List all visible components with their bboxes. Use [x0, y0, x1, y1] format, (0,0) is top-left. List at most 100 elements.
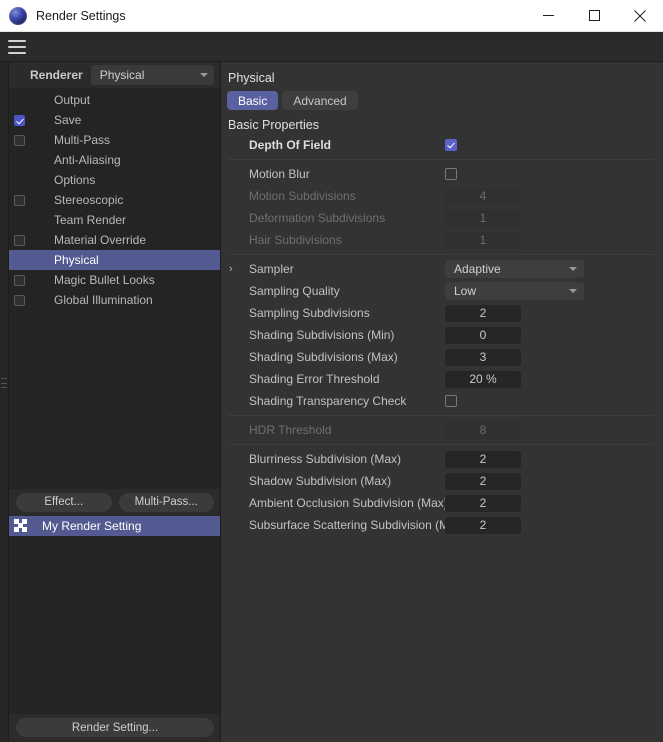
property-row-sampling-subdivisions: Sampling Subdivisions 2	[221, 302, 663, 324]
property-row-ambient-occlusion-subdivision-max: Ambient Occlusion Subdivision (Max) 2	[221, 492, 663, 514]
input-motion-subdivisions: 4	[445, 187, 521, 205]
close-icon[interactable]	[617, 0, 663, 31]
property-control-wrap: 4	[445, 187, 521, 205]
input-shading-subdivisions-min[interactable]: 0	[445, 326, 521, 344]
sidebar-item-label: Global Illumination	[54, 293, 153, 307]
input-subsurface-scattering-subdivision-max[interactable]: 2	[445, 516, 521, 534]
chevron-right-icon[interactable]: ›	[229, 263, 233, 275]
sidebar-item-label: Magic Bullet Looks	[54, 273, 155, 287]
render-setting-button[interactable]: Render Setting...	[16, 718, 214, 737]
property-label-subsurface-scattering-subdivision-max: Subsurface Scattering Subdivision (Max)	[249, 518, 466, 532]
property-control-wrap	[445, 139, 457, 151]
render-settings-window: Render Settings Renderer Physical Output…	[0, 0, 663, 742]
chevron-down-icon	[200, 73, 208, 77]
separator	[228, 444, 655, 445]
property-control-wrap	[445, 168, 457, 180]
property-row-shading-subdivisions-max: Shading Subdivisions (Max) 3	[221, 346, 663, 368]
property-control-wrap	[445, 395, 457, 407]
property-label-ambient-occlusion-subdivision-max: Ambient Occlusion Subdivision (Max)	[249, 496, 448, 510]
property-label-sampling-quality: Sampling Quality	[249, 284, 340, 298]
sidebar-item-options[interactable]: Options	[9, 170, 220, 190]
renderer-row: Renderer Physical	[9, 62, 220, 88]
property-row-motion-subdivisions: Motion Subdivisions 4	[221, 185, 663, 207]
property-control-wrap: 3	[445, 348, 521, 366]
sidebar-item-output[interactable]: Output	[9, 90, 220, 110]
tab-advanced[interactable]: Advanced	[282, 91, 358, 110]
input-blurriness-subdivision-max[interactable]: 2	[445, 450, 521, 468]
checkbox-magic-bullet-looks[interactable]	[14, 274, 25, 286]
property-row-sampler: › Sampler Adaptive	[221, 258, 663, 280]
window-title: Render Settings	[36, 8, 126, 23]
property-row-motion-blur: Motion Blur	[221, 163, 663, 185]
checkbox-stereoscopic[interactable]	[14, 194, 25, 206]
input-sampling-subdivisions[interactable]: 2	[445, 304, 521, 322]
property-control-wrap: 1	[445, 209, 521, 227]
group-title: Basic Properties	[228, 118, 320, 132]
input-hdr-threshold: 8	[445, 421, 521, 439]
dropdown-sampler[interactable]: Adaptive	[445, 260, 584, 278]
property-label-shading-subdivisions-max: Shading Subdivisions (Max)	[249, 350, 398, 364]
checkbox-depth-of-field[interactable]	[445, 139, 457, 151]
property-label-hdr-threshold: HDR Threshold	[249, 423, 332, 437]
input-hair-subdivisions: 1	[445, 231, 521, 249]
checkbox-material-override[interactable]	[14, 234, 25, 246]
property-label-shading-error-threshold: Shading Error Threshold	[249, 372, 380, 386]
sidebar-item-team-render[interactable]: Team Render	[9, 210, 220, 230]
sidebar-item-stereoscopic[interactable]: Stereoscopic	[9, 190, 220, 210]
sidebar-item-anti-aliasing[interactable]: Anti-Aliasing	[9, 150, 220, 170]
property-label-shading-subdivisions-min: Shading Subdivisions (Min)	[249, 328, 395, 342]
sidebar-action-buttons: Effect... Multi-Pass...	[9, 488, 220, 516]
sidebar-item-label: Physical	[54, 253, 99, 267]
sidebar-item-save[interactable]: Save	[9, 110, 220, 130]
render-setting-label: My Render Setting	[42, 518, 142, 533]
property-label-blurriness-subdivision-max: Blurriness Subdivision (Max)	[249, 452, 402, 466]
sidebar-item-label: Save	[54, 113, 82, 127]
checkbox-multi-pass[interactable]	[14, 134, 25, 146]
main-panel: Physical Basic Advanced Basic Properties …	[221, 62, 663, 742]
property-row-shadow-subdivision-max: Shadow Subdivision (Max) 2	[221, 470, 663, 492]
input-shadow-subdivision-max[interactable]: 2	[445, 472, 521, 490]
left-scrollbar[interactable]	[0, 62, 9, 742]
checkbox-shading-transparency-check[interactable]	[445, 395, 457, 407]
sidebar-item-material-override[interactable]: Material Override	[9, 230, 220, 250]
multi-pass-button[interactable]: Multi-Pass...	[118, 492, 214, 512]
sidebar-item-label: Options	[54, 173, 96, 187]
property-label-motion-blur: Motion Blur	[249, 167, 310, 181]
property-control-wrap: 8	[445, 421, 521, 439]
sidebar-item-global-illumination[interactable]: Global Illumination	[9, 290, 220, 310]
sidebar-item-multi-pass[interactable]: Multi-Pass	[9, 130, 220, 150]
renderer-value: Physical	[99, 68, 145, 82]
renderer-dropdown[interactable]: Physical	[90, 65, 214, 85]
input-deformation-subdivisions: 1	[445, 209, 521, 227]
property-row-hair-subdivisions: Hair Subdivisions 1	[221, 229, 663, 251]
property-control-wrap: 20 %	[445, 370, 521, 388]
checkbox-global-illumination[interactable]	[14, 294, 25, 306]
sidebar-item-magic-bullet-looks[interactable]: Magic Bullet Looks	[9, 270, 220, 290]
property-row-shading-subdivisions-min: Shading Subdivisions (Min) 0	[221, 324, 663, 346]
maximize-icon[interactable]	[571, 0, 617, 31]
dropdown-sampling-quality[interactable]: Low	[445, 282, 584, 300]
render-setting-list-item[interactable]: My Render Setting	[9, 515, 220, 536]
input-shading-subdivisions-max[interactable]: 3	[445, 348, 521, 366]
property-label-deformation-subdivisions: Deformation Subdivisions	[249, 211, 386, 225]
effect-button[interactable]: Effect...	[16, 492, 112, 512]
property-row-deformation-subdivisions: Deformation Subdivisions 1	[221, 207, 663, 229]
checkbox-save[interactable]	[14, 114, 25, 126]
minimize-icon[interactable]	[525, 0, 571, 31]
hamburger-menu-icon[interactable]	[8, 39, 26, 54]
input-shading-error-threshold[interactable]: 20 %	[445, 370, 521, 388]
property-row-blurriness-subdivision-max: Blurriness Subdivision (Max) 2	[221, 448, 663, 470]
property-control-wrap: 2	[445, 304, 521, 322]
sidebar-empty-area	[9, 535, 220, 714]
separator	[228, 415, 655, 416]
tab-basic[interactable]: Basic	[227, 91, 279, 110]
sidebar-item-physical[interactable]: Physical	[9, 250, 220, 270]
chevron-down-icon	[569, 289, 577, 293]
sidebar-footer: Render Setting...	[9, 714, 220, 742]
input-ambient-occlusion-subdivision-max[interactable]: 2	[445, 494, 521, 512]
c4d-sphere-icon	[9, 6, 27, 25]
title-bar: Render Settings	[0, 0, 663, 32]
scrollbar-grip-icon[interactable]	[1, 378, 7, 388]
checkbox-motion-blur[interactable]	[445, 168, 457, 180]
window-controls	[525, 0, 663, 31]
